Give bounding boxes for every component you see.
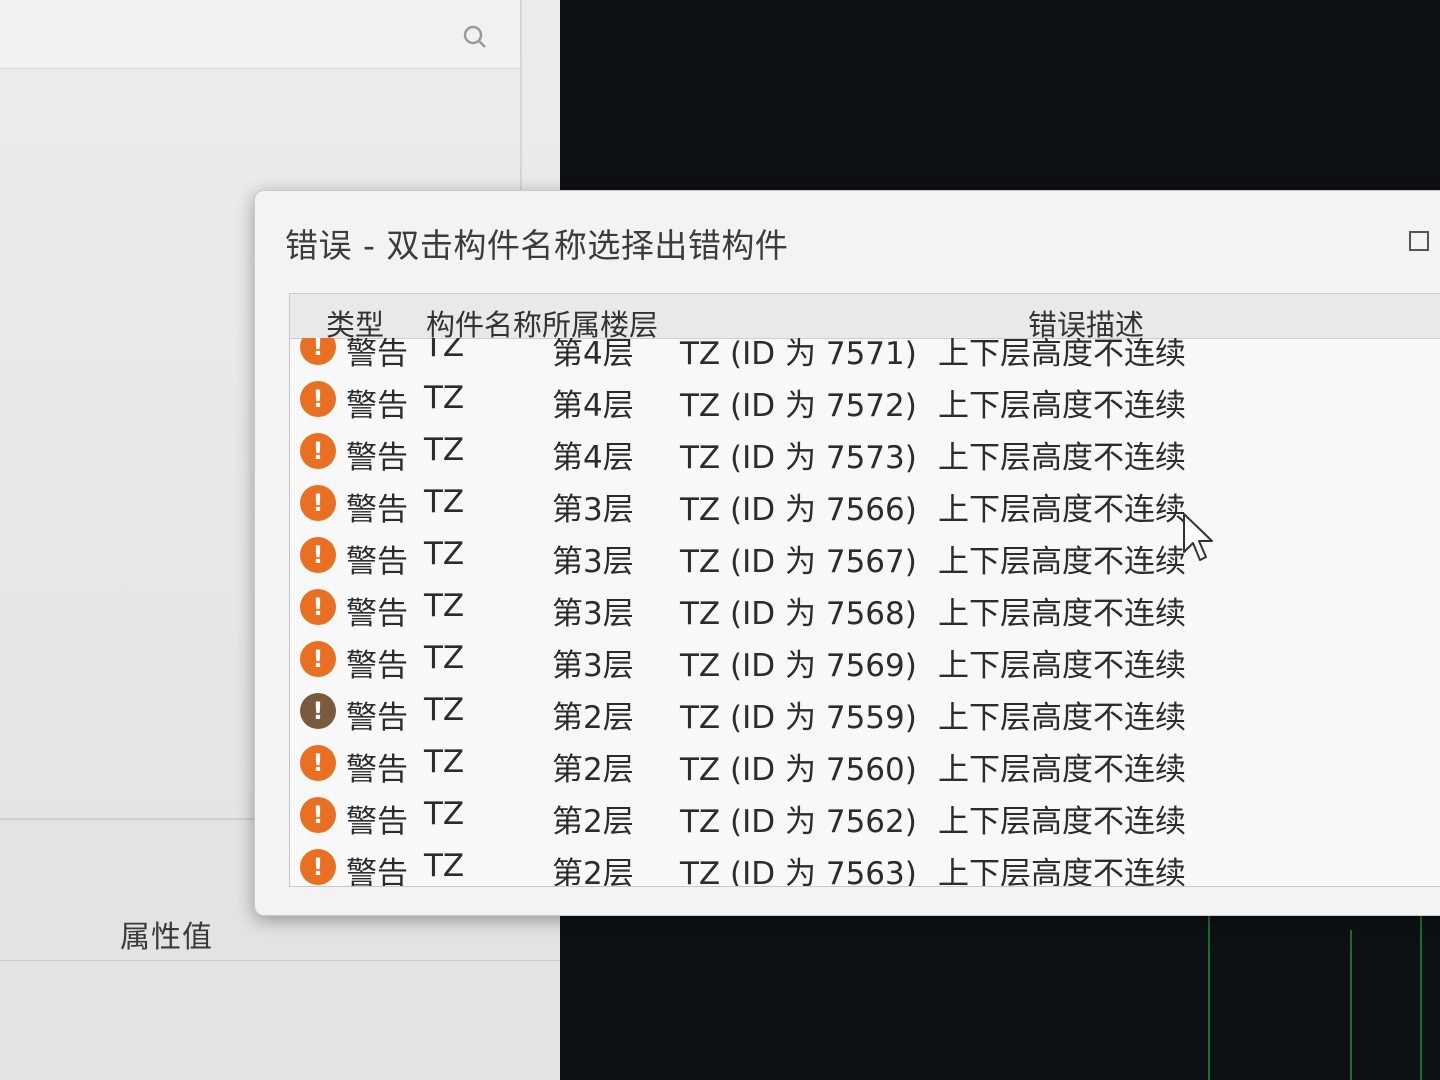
row-component-id: TZ (ID 为 7572)	[680, 388, 917, 424]
row-component-id: TZ (ID 为 7559)	[680, 700, 917, 736]
row-description: 上下层高度不连续	[938, 388, 1186, 424]
warning-icon: !	[300, 589, 336, 625]
property-value-header: 属性值	[120, 920, 213, 955]
row-component-name[interactable]: TZ	[424, 588, 464, 624]
table-row[interactable]: ! 警告 TZ 第3层 TZ (ID 为 7569) 上下层高度不连续	[290, 632, 1440, 684]
canvas-grid-line	[1208, 900, 1210, 1080]
row-description: 上下层高度不连续	[938, 544, 1186, 580]
row-component-name[interactable]: TZ	[424, 744, 464, 780]
row-floor: 第3层	[552, 648, 634, 684]
table-row[interactable]: ! 警告 TZ 第4层 TZ (ID 为 7571) 上下层高度不连续	[290, 338, 1440, 372]
row-description: 上下层高度不连续	[938, 804, 1186, 840]
warning-icon: !	[300, 485, 336, 521]
row-component-name[interactable]: TZ	[424, 692, 464, 728]
row-floor: 第3层	[552, 492, 634, 528]
row-component-id: TZ (ID 为 7569)	[680, 648, 917, 684]
warning-icon: !	[300, 433, 336, 469]
row-component-id: TZ (ID 为 7560)	[680, 752, 917, 788]
table-row[interactable]: ! 警告 TZ 第2层 TZ (ID 为 7560) 上下层高度不连续	[290, 736, 1440, 788]
row-type: 警告	[346, 440, 408, 476]
row-description: 上下层高度不连续	[938, 856, 1186, 886]
warning-icon: !	[300, 693, 336, 729]
row-description: 上下层高度不连续	[938, 648, 1186, 684]
warning-icon: !	[300, 849, 336, 885]
row-type: 警告	[346, 338, 408, 372]
row-floor: 第3层	[552, 596, 634, 632]
warning-icon: !	[300, 641, 336, 677]
row-type: 警告	[346, 700, 408, 736]
table-row[interactable]: ! 警告 TZ 第2层 TZ (ID 为 7562) 上下层高度不连续	[290, 788, 1440, 840]
row-floor: 第3层	[552, 544, 634, 580]
row-type: 警告	[346, 492, 408, 528]
row-type: 警告	[346, 856, 408, 886]
row-component-id: TZ (ID 为 7562)	[680, 804, 917, 840]
row-description: 上下层高度不连续	[938, 492, 1186, 528]
row-description: 上下层高度不连续	[938, 700, 1186, 736]
row-type: 警告	[346, 596, 408, 632]
maximize-button[interactable]	[1409, 231, 1429, 251]
table-row[interactable]: ! 警告 TZ 第3层 TZ (ID 为 7566) 上下层高度不连续	[290, 476, 1440, 528]
row-component-id: TZ (ID 为 7563)	[680, 856, 917, 886]
row-component-id: TZ (ID 为 7571)	[680, 338, 917, 372]
row-component-id: TZ (ID 为 7568)	[680, 596, 917, 632]
mouse-cursor-icon	[1183, 513, 1213, 561]
row-floor: 第4层	[552, 388, 634, 424]
row-component-name[interactable]: TZ	[424, 338, 464, 364]
table-row[interactable]: ! 警告 TZ 第4层 TZ (ID 为 7572) 上下层高度不连续	[290, 372, 1440, 424]
row-type: 警告	[346, 388, 408, 424]
table-row[interactable]: ! 警告 TZ 第2层 TZ (ID 为 7563) 上下层高度不连续	[290, 840, 1440, 886]
warning-icon: !	[300, 381, 336, 417]
warning-icon: !	[300, 745, 336, 781]
warning-icon: !	[300, 797, 336, 833]
row-description: 上下层高度不连续	[938, 440, 1186, 476]
row-component-name[interactable]: TZ	[424, 484, 464, 520]
row-component-name[interactable]: TZ	[424, 640, 464, 676]
row-component-name[interactable]: TZ	[424, 536, 464, 572]
row-type: 警告	[346, 804, 408, 840]
table-row[interactable]: ! 警告 TZ 第2层 TZ (ID 为 7559) 上下层高度不连续	[290, 684, 1440, 736]
dialog-title: 错误 - 双击构件名称选择出错构件	[285, 226, 789, 265]
error-list[interactable]: 类型 构件名称 所属楼层 错误描述 ! 警告 TZ 第4层 TZ (ID 为 7571)…	[289, 293, 1440, 887]
row-component-id: TZ (ID 为 7567)	[680, 544, 917, 580]
row-component-id: TZ (ID 为 7566)	[680, 492, 917, 528]
row-floor: 第2层	[552, 804, 634, 840]
row-description: 上下层高度不连续	[938, 752, 1186, 788]
row-component-id: TZ (ID 为 7573)	[680, 440, 917, 476]
row-type: 警告	[346, 544, 408, 580]
row-floor: 第2层	[552, 700, 634, 736]
row-description: 上下层高度不连续	[938, 596, 1186, 632]
property-row-divider	[0, 960, 560, 961]
search-bar[interactable]	[0, 0, 520, 69]
error-dialog: 错误 - 双击构件名称选择出错构件 类型 构件名称 所属楼层 错误描述 ! 警告 T…	[254, 190, 1440, 916]
table-row[interactable]: ! 警告 TZ 第3层 TZ (ID 为 7568) 上下层高度不连续	[290, 580, 1440, 632]
table-row[interactable]: ! 警告 TZ 第4层 TZ (ID 为 7573) 上下层高度不连续	[290, 424, 1440, 476]
search-icon[interactable]	[462, 24, 488, 50]
list-header: 类型 构件名称 所属楼层 错误描述	[290, 294, 1440, 342]
table-row[interactable]: ! 警告 TZ 第3层 TZ (ID 为 7567) 上下层高度不连续	[290, 528, 1440, 580]
row-type: 警告	[346, 648, 408, 684]
row-type: 警告	[346, 752, 408, 788]
row-component-name[interactable]: TZ	[424, 848, 464, 884]
row-floor: 第2层	[552, 856, 634, 886]
row-description: 上下层高度不连续	[938, 338, 1186, 372]
row-component-name[interactable]: TZ	[424, 380, 464, 416]
row-floor: 第2层	[552, 752, 634, 788]
row-component-name[interactable]: TZ	[424, 796, 464, 832]
warning-icon: !	[300, 537, 336, 573]
warning-icon: !	[300, 338, 336, 365]
row-floor: 第4层	[552, 440, 634, 476]
row-floor: 第4层	[552, 338, 634, 372]
error-rows: ! 警告 TZ 第4层 TZ (ID 为 7571) 上下层高度不连续! 警告 TZ 第4层 TZ…	[290, 338, 1440, 886]
row-component-name[interactable]: TZ	[424, 432, 464, 468]
canvas-grid-line	[1350, 930, 1352, 1080]
